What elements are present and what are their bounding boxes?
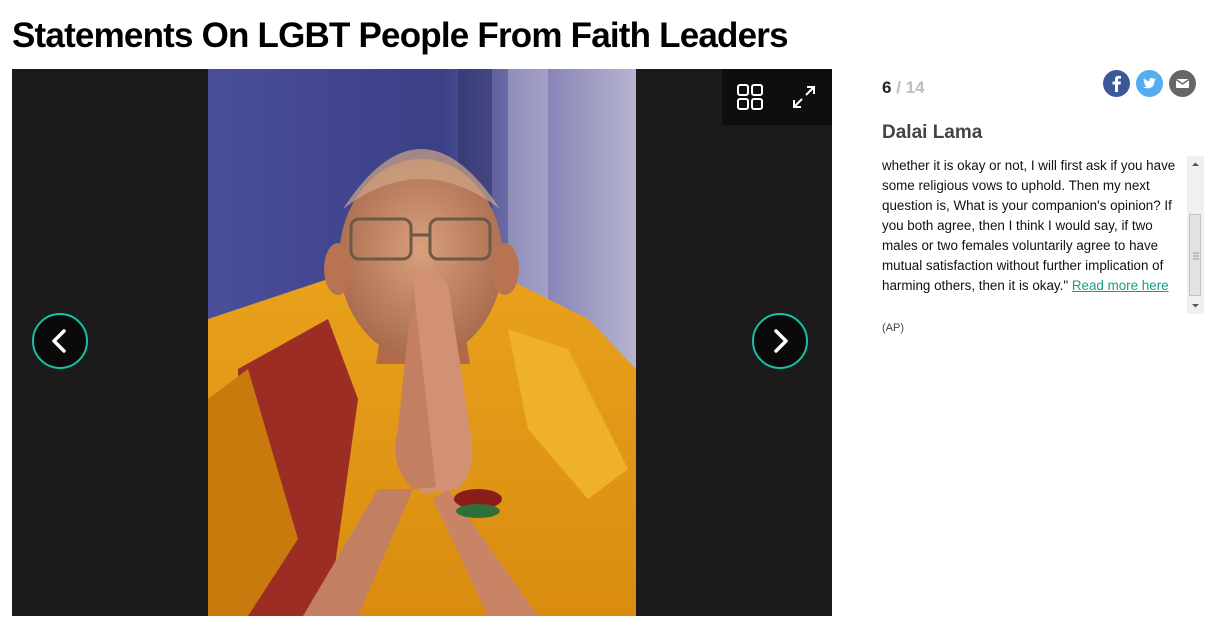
email-icon	[1175, 78, 1190, 88]
slide-counter: 6 / 14	[882, 78, 925, 98]
scroll-up-arrow-icon[interactable]	[1187, 156, 1204, 173]
grip-icon	[1193, 252, 1199, 260]
twitter-icon	[1143, 78, 1156, 89]
caption-body: whether it is okay or not, I will first …	[882, 158, 1176, 293]
caption-scroll-area[interactable]: whether it is okay or not, I will first …	[882, 156, 1204, 314]
twitter-share-button[interactable]	[1136, 70, 1163, 97]
previous-slide-button[interactable]	[32, 313, 88, 369]
grid-icon	[737, 84, 763, 110]
chevron-right-icon	[774, 329, 788, 353]
chevron-left-icon	[52, 329, 66, 353]
slide-title: Dalai Lama	[882, 122, 983, 143]
photo-credit: (AP)	[882, 322, 904, 334]
slide-photo	[208, 69, 636, 616]
total-slides: 14	[905, 78, 925, 97]
caption-scrollbar[interactable]	[1187, 156, 1204, 314]
page-title: Statements On LGBT People From Faith Lea…	[12, 16, 789, 55]
scroll-down-arrow-icon[interactable]	[1187, 297, 1204, 314]
email-share-button[interactable]	[1169, 70, 1196, 97]
next-slide-button[interactable]	[752, 313, 808, 369]
counter-separator: /	[891, 78, 906, 97]
read-more-link[interactable]: Read more here	[1072, 278, 1169, 293]
grid-view-button[interactable]	[734, 81, 766, 113]
facebook-share-button[interactable]	[1103, 70, 1130, 97]
facebook-icon	[1112, 75, 1121, 92]
slide-caption: whether it is okay or not, I will first …	[882, 156, 1178, 296]
fullscreen-button[interactable]	[788, 81, 820, 113]
viewer-toolbar	[722, 69, 832, 125]
scrollbar-thumb[interactable]	[1189, 214, 1201, 296]
slideshow-viewer	[12, 69, 832, 616]
expand-icon	[793, 86, 815, 108]
